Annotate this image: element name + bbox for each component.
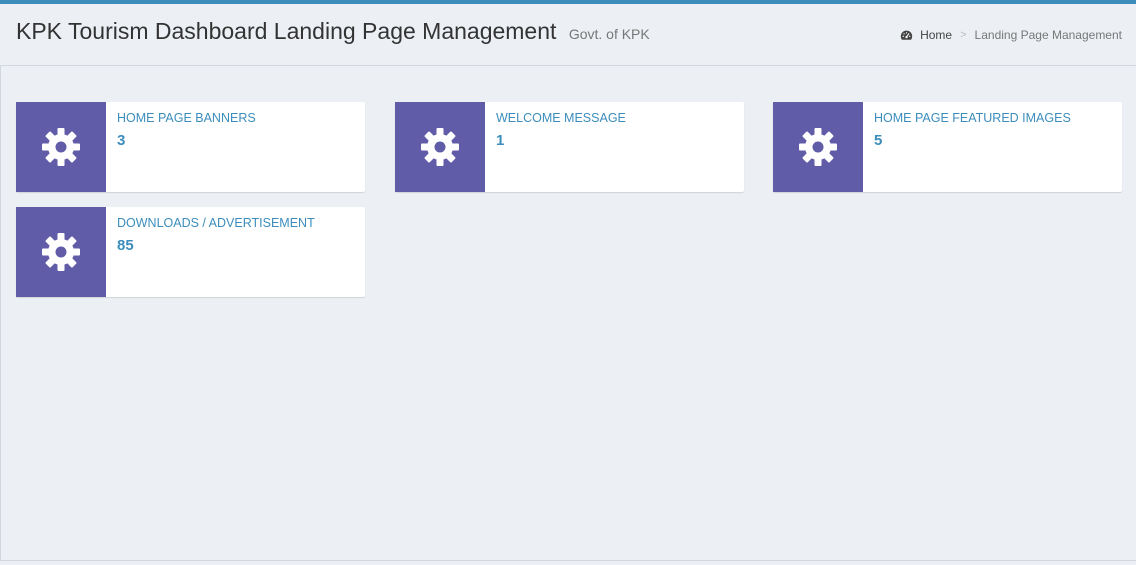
content-left-border	[0, 66, 1, 560]
breadcrumb-home-link[interactable]: Home	[900, 28, 952, 42]
breadcrumb: Home > Landing Page Management	[900, 28, 1122, 42]
page-title: KPK Tourism Dashboard Landing Page Manag…	[16, 18, 650, 45]
gear-icon	[421, 128, 459, 166]
gear-icon	[42, 233, 80, 271]
info-box-downloads-advertisement[interactable]: DOWNLOADS / ADVERTISEMENT 85	[16, 207, 365, 297]
info-box-label: HOME PAGE FEATURED IMAGES	[874, 111, 1071, 125]
breadcrumb-current: Landing Page Management	[974, 28, 1122, 42]
gear-icon	[799, 128, 837, 166]
info-box-icon-container	[16, 207, 106, 297]
gear-icon	[42, 128, 80, 166]
page-title-text: KPK Tourism Dashboard Landing Page Manag…	[16, 18, 557, 44]
breadcrumb-separator: >	[960, 29, 967, 41]
info-box-count: 5	[874, 132, 883, 149]
footer-divider	[0, 560, 1136, 565]
info-box-count: 1	[496, 132, 505, 149]
info-box-welcome-message[interactable]: WELCOME MESSAGE 1	[395, 102, 744, 192]
info-box-count: 85	[117, 237, 134, 254]
info-box-home-page-featured-images[interactable]: HOME PAGE FEATURED IMAGES 5	[773, 102, 1122, 192]
dashboard-gauge-icon	[900, 30, 913, 40]
breadcrumb-home-label: Home	[920, 28, 953, 42]
info-box-label: WELCOME MESSAGE	[496, 111, 626, 125]
content-header: KPK Tourism Dashboard Landing Page Manag…	[0, 4, 1136, 66]
info-box-icon-container	[395, 102, 485, 192]
info-box-icon-container	[773, 102, 863, 192]
info-box-label: HOME PAGE BANNERS	[117, 111, 256, 125]
info-box-count: 3	[117, 132, 126, 149]
info-box-icon-container	[16, 102, 106, 192]
info-box-label: DOWNLOADS / ADVERTISEMENT	[117, 216, 315, 230]
page-subtitle: Govt. of KPK	[568, 26, 650, 42]
info-box-home-page-banners[interactable]: HOME PAGE BANNERS 3	[16, 102, 365, 192]
